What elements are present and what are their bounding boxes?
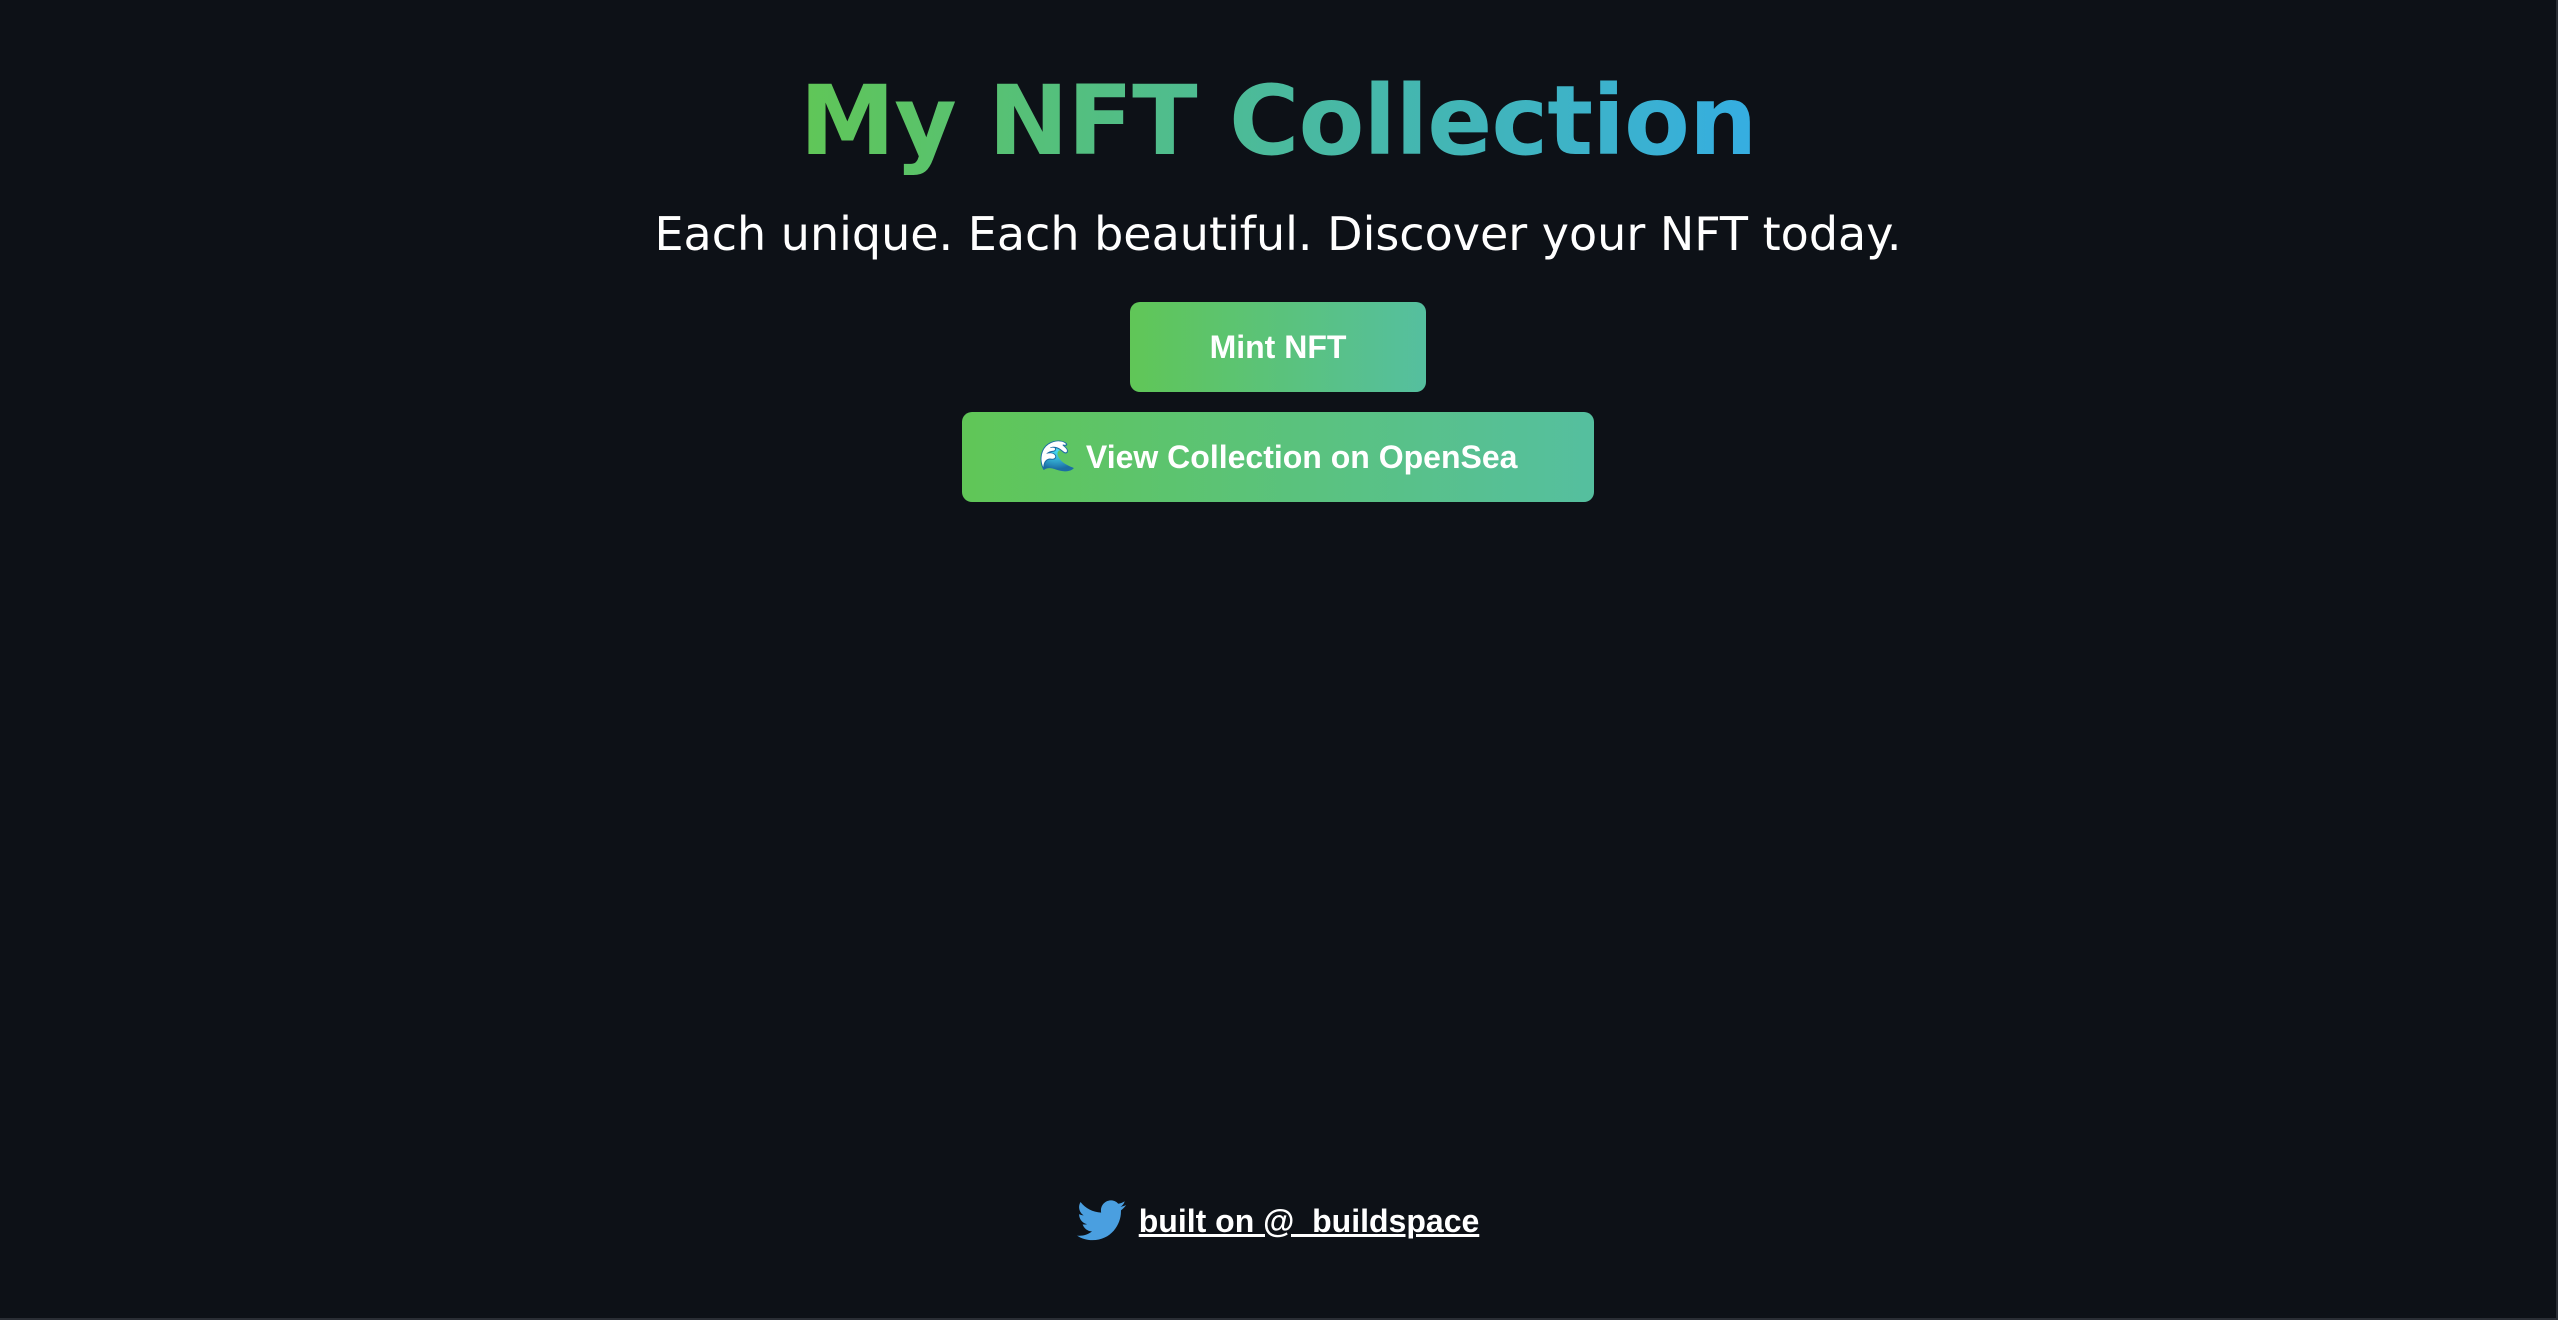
page: My NFT Collection Each unique. Each beau… — [0, 0, 2558, 1320]
mint-nft-button[interactable]: Mint NFT — [1130, 302, 1426, 392]
header-container: My NFT Collection Each unique. Each beau… — [0, 0, 2556, 502]
mint-nft-button-label: Mint NFT — [1209, 328, 1347, 365]
footer: built on @_buildspace — [0, 1200, 2556, 1242]
twitter-icon — [1076, 1200, 1127, 1242]
wave-icon: 🌊 — [1038, 440, 1076, 473]
page-subtitle: Each unique. Each beautiful. Discover yo… — [654, 207, 1902, 261]
page-title: My NFT Collection — [799, 65, 1758, 177]
view-opensea-button-label: View Collection on OpenSea — [1085, 438, 1518, 475]
view-opensea-button[interactable]: 🌊 View Collection on OpenSea — [962, 412, 1594, 502]
buildspace-link[interactable]: built on @_buildspace — [1139, 1203, 1480, 1240]
